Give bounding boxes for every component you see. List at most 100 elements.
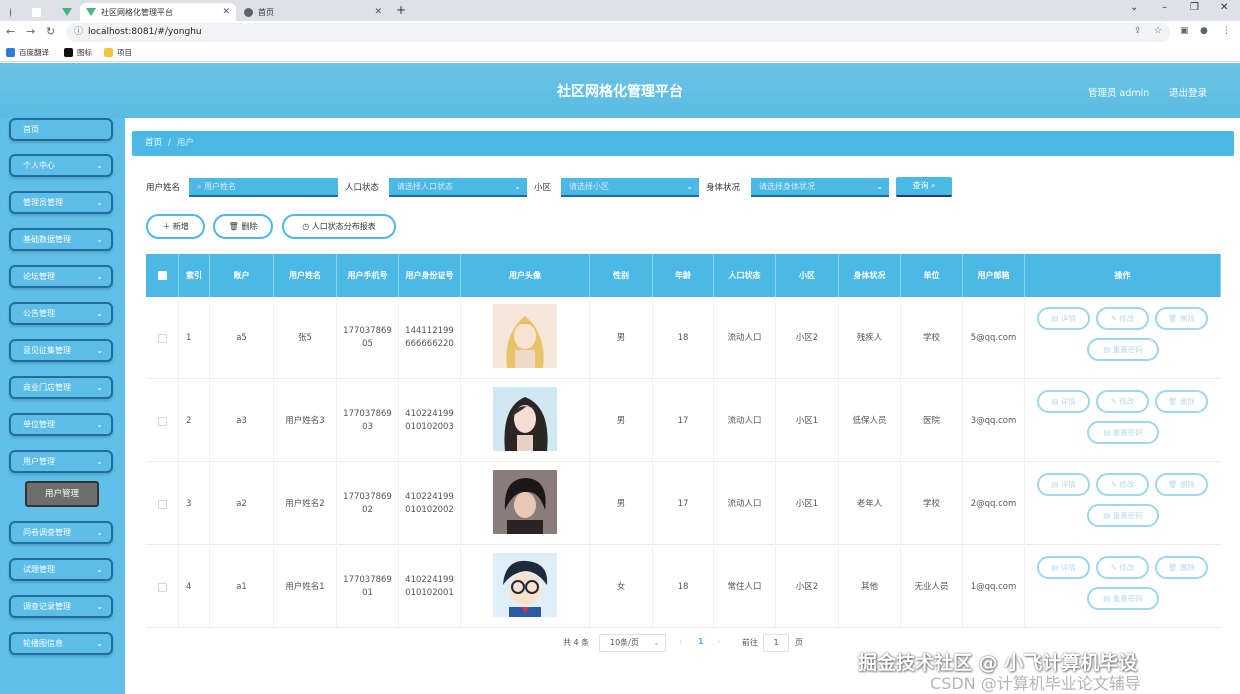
chevron-down-icon: ⌄ <box>653 638 660 647</box>
table-row: 3 a2 用户姓名2 177037869 02 410224199 010102002 男 17… <box>146 463 1221 545</box>
edit-button[interactable]: ✎ 修改 <box>1096 473 1149 496</box>
cell-id-number: 410224199 010102002 <box>399 463 461 545</box>
next-page-icon[interactable]: › <box>717 637 720 646</box>
sidebar-item-label: 轮播图信息 <box>23 639 63 648</box>
url-field[interactable]: ⓘ localhost:8081/#/yonghu <box>66 23 1170 42</box>
reset-password-button[interactable]: ▤ 重置密码 <box>1087 338 1159 361</box>
cell-age: 18 <box>653 546 714 628</box>
sidebar-item[interactable]: 商业门店管理 ⌄ <box>9 376 113 399</box>
goto-page-input[interactable]: 1 <box>763 634 789 652</box>
area-filter-select[interactable]: 请选择小区 ⌄ <box>561 178 699 197</box>
reset-password-button[interactable]: ▤ 重置密码 <box>1087 587 1159 610</box>
delete-button[interactable]: 🗑 删除 <box>213 214 273 239</box>
app-title: 社区网格化管理平台 <box>557 84 683 100</box>
detail-button-label: 详情 <box>1060 480 1076 489</box>
reload-icon[interactable]: ↻ <box>46 25 55 38</box>
star-icon[interactable]: ☆ <box>1154 26 1162 36</box>
cell-pop: 流动人口 <box>714 463 776 545</box>
cell-actions: ▤ 详情 ✎ 修改 🗑 删除 ▤ 重置密码 <box>1025 297 1221 379</box>
report-button[interactable]: ◷ 人口状态分布报表 <box>282 214 396 239</box>
share-icon[interactable]: ⇪ <box>1134 26 1142 36</box>
edit-button[interactable]: ✎ 修改 <box>1096 307 1149 330</box>
row-delete-button[interactable]: 🗑 删除 <box>1155 556 1208 579</box>
bookmark-icons[interactable]: 图标 <box>64 47 92 58</box>
maximize-icon[interactable]: ❐ <box>1190 2 1199 13</box>
sidebar-subitem-user-management[interactable]: 用户管理 <box>25 481 99 507</box>
column-header: 索引 <box>179 254 210 297</box>
chevron-down-icon: ⌄ <box>96 309 103 318</box>
browser-tab-1[interactable] <box>4 3 22 21</box>
chevron-down-icon[interactable]: ⌄ <box>1130 2 1138 13</box>
cell-id-number: 144112199 666666220 <box>399 297 461 379</box>
health-filter-select[interactable]: 请选择身体状况 ⌄ <box>751 178 889 197</box>
menu-icon[interactable]: ⋮ <box>1222 26 1231 36</box>
row-checkbox[interactable] <box>157 333 167 343</box>
cell-id-part1: 410224199 <box>405 409 454 419</box>
row-checkbox[interactable] <box>157 416 167 426</box>
sidebar-item[interactable]: 基础数据管理 ⌄ <box>9 228 113 251</box>
current-page[interactable]: 1 <box>698 637 704 646</box>
close-window-icon[interactable]: ✕ <box>1220 2 1228 13</box>
sidebar-item[interactable]: 单位管理 ⌄ <box>9 413 113 436</box>
pop-filter-placeholder: 请选择人口状态 <box>397 182 453 191</box>
cell-pop: 流动人口 <box>714 297 776 379</box>
cell-gender: 女 <box>590 546 653 628</box>
sidebar-item[interactable]: 首页 <box>9 118 113 141</box>
cell-account: a3 <box>210 380 274 462</box>
sidebar-item[interactable]: 管理员管理 ⌄ <box>9 191 113 214</box>
back-icon[interactable]: ← <box>6 25 15 38</box>
reset-password-button[interactable]: ▤ 重置密码 <box>1087 504 1159 527</box>
pop-filter-select[interactable]: 请选择人口状态 ⌄ <box>389 178 527 197</box>
name-filter-input[interactable]: ⌕ 用户姓名 <box>189 178 338 197</box>
bookmark-project[interactable]: 项目 <box>104 47 132 58</box>
cell-id-part2: 666666220 <box>405 339 454 349</box>
browser-tab-app[interactable]: 社区网格化管理平台 ✕ <box>80 3 236 21</box>
cell-area: 小区1 <box>776 463 839 545</box>
minimize-icon[interactable]: – <box>1162 2 1167 13</box>
breadcrumb: 首页 / 用户 <box>132 131 1234 156</box>
breadcrumb-home[interactable]: 首页 <box>145 138 162 148</box>
page-size-select[interactable]: 10条/页 ⌄ <box>599 634 666 652</box>
sidebar-item[interactable]: 问卷调查管理 ⌄ <box>9 521 113 544</box>
bookmark-translate[interactable]: 百度翻译 <box>6 47 49 58</box>
query-button[interactable]: 查询 ⌕ <box>896 177 952 197</box>
row-checkbox[interactable] <box>157 499 167 509</box>
prev-page-icon[interactable]: ‹ <box>679 637 682 646</box>
row-delete-button[interactable]: 🗑 删除 <box>1155 473 1208 496</box>
sidebar-item[interactable]: 意见征集管理 ⌄ <box>9 339 113 362</box>
row-delete-button[interactable]: 🗑 删除 <box>1155 307 1208 330</box>
edit-button-label: 修改 <box>1119 563 1135 572</box>
row-checkbox[interactable] <box>157 582 167 592</box>
sidebar-item[interactable]: 个人中心 ⌄ <box>9 154 113 177</box>
browser-tab-3[interactable] <box>56 3 78 21</box>
browser-tab-2[interactable] <box>26 3 52 21</box>
app-header: 社区网格化管理平台 管理员 admin 退出登录 <box>0 63 1240 118</box>
forward-icon[interactable]: → <box>26 25 35 38</box>
reset-password-button[interactable]: ▤ 重置密码 <box>1087 421 1159 444</box>
detail-button[interactable]: ▤ 详情 <box>1037 473 1090 496</box>
sidebar-item-label: 首页 <box>23 125 39 134</box>
sidebar-item[interactable]: 论坛管理 ⌄ <box>9 265 113 288</box>
edit-button[interactable]: ✎ 修改 <box>1096 390 1149 413</box>
row-delete-button[interactable]: 🗑 删除 <box>1155 390 1208 413</box>
sidebar-item[interactable]: 轮播图信息 ⌄ <box>9 632 113 655</box>
new-tab-icon[interactable]: + <box>396 3 406 17</box>
sidebar-item[interactable]: 试题管理 ⌄ <box>9 558 113 581</box>
browser-tab-home[interactable]: 首页 ✕ <box>238 3 388 21</box>
sidebar-item[interactable]: 用户管理 ⌄ <box>9 450 113 473</box>
close-icon[interactable]: ✕ <box>222 7 230 17</box>
sidepanel-icon[interactable]: ▣ <box>1180 26 1189 36</box>
detail-button[interactable]: ▤ 详情 <box>1037 307 1090 330</box>
logout-link[interactable]: 退出登录 <box>1169 85 1207 99</box>
sidebar-item[interactable]: 公告管理 ⌄ <box>9 302 113 325</box>
profile-icon[interactable]: ● <box>1200 26 1208 36</box>
sidebar-item[interactable]: 调查记录管理 ⌄ <box>9 595 113 618</box>
select-all-checkbox-cell[interactable] <box>146 254 179 297</box>
add-button[interactable]: ＋ 新增 <box>146 214 205 239</box>
avatar <box>493 552 557 622</box>
detail-button[interactable]: ▤ 详情 <box>1037 556 1090 579</box>
edit-button[interactable]: ✎ 修改 <box>1096 556 1149 579</box>
close-icon[interactable]: ✕ <box>374 7 382 17</box>
detail-button[interactable]: ▤ 详情 <box>1037 390 1090 413</box>
select-all-checkbox[interactable] <box>157 271 167 280</box>
